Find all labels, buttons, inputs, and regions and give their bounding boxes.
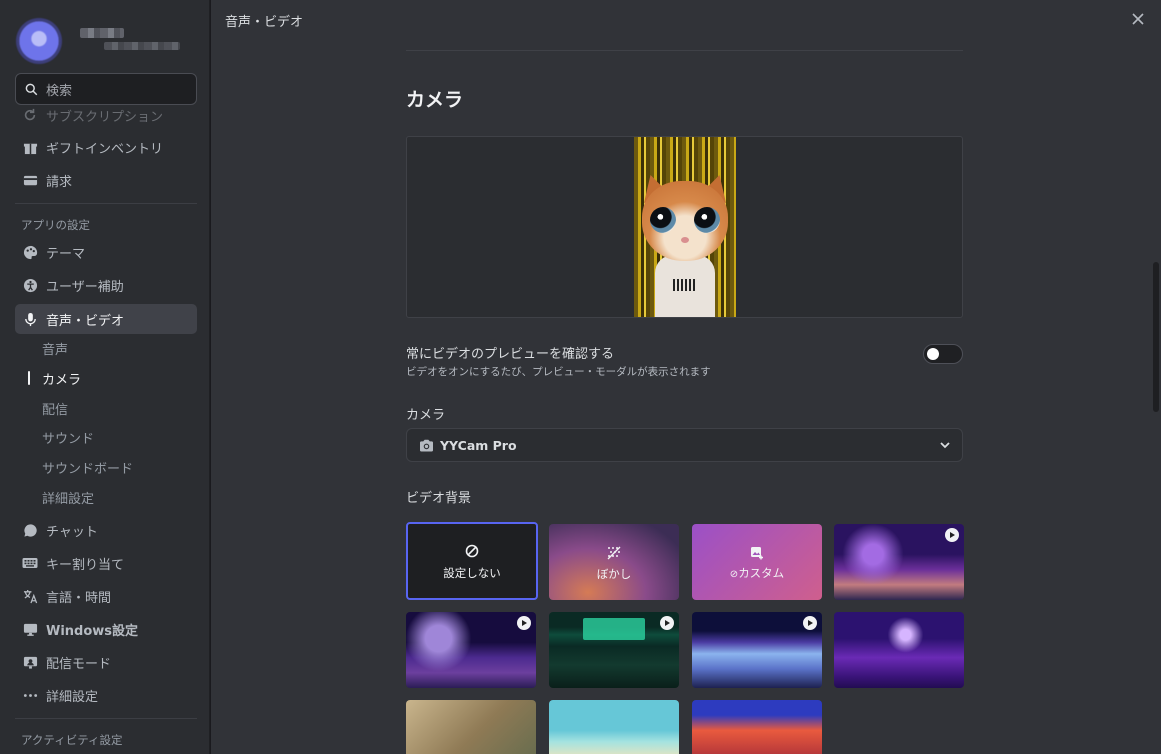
bg-tile-preset[interactable]	[692, 612, 822, 688]
sidebar-item-label: ギフトインベントリ	[46, 141, 164, 157]
camera-select[interactable]: YYCam Pro	[406, 428, 963, 462]
image-add-icon	[692, 546, 822, 560]
sidebar-item-theme[interactable]: テーマ	[15, 237, 197, 267]
video-background-label: ビデオ背景	[406, 491, 472, 506]
camera-select-label: カメラ	[406, 408, 446, 423]
chat-icon	[22, 522, 38, 538]
refresh-icon	[22, 107, 38, 123]
avatar	[16, 18, 62, 64]
sidebar-subitem-advanced[interactable]: 詳細設定	[28, 484, 188, 510]
bg-tile-preset[interactable]	[406, 700, 536, 754]
gift-icon	[22, 139, 38, 155]
sidebar-item-label: キー割り当て	[46, 557, 125, 573]
sidebar-item-label: 請求	[46, 174, 73, 190]
divider	[406, 50, 963, 51]
palette-icon	[22, 244, 38, 260]
bg-tile-custom-caption: ⊘カスタム	[692, 565, 822, 581]
card-icon	[22, 172, 38, 188]
bg-tile-preset[interactable]	[834, 612, 964, 688]
sidebar-item-keybinds[interactable]: キー割り当て	[15, 548, 197, 578]
always-preview-description: ビデオをオンにするたび、プレビュー・モーダルが表示されます	[406, 366, 711, 378]
cat-eye	[650, 207, 676, 233]
blur-icon	[549, 546, 679, 560]
toggle-knob	[927, 348, 939, 360]
scrollbar[interactable]	[1153, 262, 1159, 412]
divider	[15, 203, 197, 204]
keyboard-icon	[22, 555, 38, 571]
bg-tile-none[interactable]: 設定しない	[406, 522, 538, 600]
settings-content: 音声・ビデオ カメラ 常にビデオのプレビューを確認する ビデオをオンにするたび、…	[211, 0, 1161, 754]
bg-tile-label: 設定しない	[443, 566, 501, 580]
window-title: 音声・ビデオ	[225, 15, 304, 30]
sidebar-item-language-time[interactable]: 言語・時間	[15, 581, 197, 611]
bg-tile-preset[interactable]	[692, 700, 822, 754]
sidebar-item-label: Windows設定	[46, 623, 139, 639]
sidebar-item-advanced[interactable]: 詳細設定	[15, 680, 197, 710]
accessibility-icon	[22, 277, 38, 293]
bg-tile-blur[interactable]: ぼかし	[549, 524, 679, 600]
bg-tile-preset[interactable]	[834, 524, 964, 600]
always-preview-title: 常にビデオのプレビューを確認する	[406, 347, 615, 362]
translate-icon	[22, 588, 38, 604]
camera-icon	[420, 439, 433, 452]
bg-tile-label: ぼかし	[596, 567, 632, 581]
search-icon	[25, 83, 38, 95]
cat-shirt	[655, 255, 715, 317]
sidebar-item-windows-settings[interactable]: Windows設定	[15, 614, 197, 644]
username-redacted	[80, 28, 124, 38]
cat-nose	[681, 237, 689, 243]
close-icon	[1132, 13, 1144, 25]
play-icon	[803, 616, 817, 630]
divider	[15, 718, 197, 719]
play-icon	[945, 528, 959, 542]
dots-icon	[22, 687, 38, 703]
nitro-icon: ⊘	[729, 569, 739, 580]
sidebar-item-label: サブスクリプション	[46, 109, 164, 125]
sidebar-item-streamer-mode[interactable]: 配信モード	[15, 647, 197, 677]
page-title: カメラ	[406, 89, 464, 111]
sidebar-item-label: 配信モード	[46, 656, 112, 672]
user-tag-redacted	[104, 42, 180, 50]
bg-tile-label: カスタム	[738, 566, 785, 580]
stream-icon	[22, 654, 38, 670]
play-icon	[517, 616, 531, 630]
bg-tile-custom[interactable]: ⊘カスタム	[692, 524, 822, 600]
always-preview-toggle[interactable]	[923, 344, 963, 364]
sidebar-item-label: 詳細設定	[46, 689, 99, 705]
chevron-down-icon	[940, 442, 950, 449]
sidebar-item-billing[interactable]: 請求	[15, 165, 197, 195]
sidebar-item-label: 音声・ビデオ	[46, 313, 125, 329]
sidebar-item-voice-video[interactable]: 音声・ビデオ	[15, 304, 197, 334]
sidebar-item-label: チャット	[46, 524, 98, 540]
close-button[interactable]	[1129, 10, 1147, 28]
bg-tile-preset[interactable]	[406, 612, 536, 688]
sidebar-subitem-camera[interactable]: カメラ	[28, 365, 188, 391]
sidebar-item-gift-inventory[interactable]: ギフトインベントリ	[15, 132, 197, 162]
sidebar-item-label: テーマ	[46, 246, 86, 262]
bg-tile-preset[interactable]	[549, 700, 679, 754]
bg-tile-preset[interactable]	[549, 612, 679, 688]
sidebar-item-chat[interactable]: チャット	[15, 515, 197, 545]
mic-icon	[22, 311, 38, 327]
cat-eye	[694, 207, 720, 233]
sidebar-subitem-streaming[interactable]: 配信	[28, 395, 188, 421]
camera-select-value: YYCam Pro	[440, 437, 517, 453]
search-placeholder: 検索	[46, 83, 73, 99]
sidebar-subitem-sound[interactable]: サウンド	[28, 424, 188, 450]
ban-icon	[408, 544, 536, 558]
monitor-icon	[22, 621, 38, 637]
camera-preview	[406, 136, 963, 318]
settings-sidebar: 検索 サブスクリプション ギフトインベントリ 請求 アプリの設定 テーマ ユーザ…	[0, 0, 210, 754]
section-header-activity: アクティビティ設定	[21, 733, 123, 747]
user-profile[interactable]	[14, 16, 204, 66]
sidebar-item-label: ユーザー補助	[46, 279, 124, 295]
sidebar-item-subscriptions[interactable]: サブスクリプション	[15, 100, 197, 130]
sidebar-item-accessibility[interactable]: ユーザー補助	[15, 270, 197, 300]
camera-feed	[634, 137, 736, 317]
sidebar-item-label: 言語・時間	[46, 590, 112, 606]
section-header-app-settings: アプリの設定	[21, 218, 90, 232]
play-icon	[660, 616, 674, 630]
sidebar-subitem-soundboard[interactable]: サウンドボード	[28, 454, 188, 480]
sidebar-subitem-voice[interactable]: 音声	[28, 335, 188, 361]
